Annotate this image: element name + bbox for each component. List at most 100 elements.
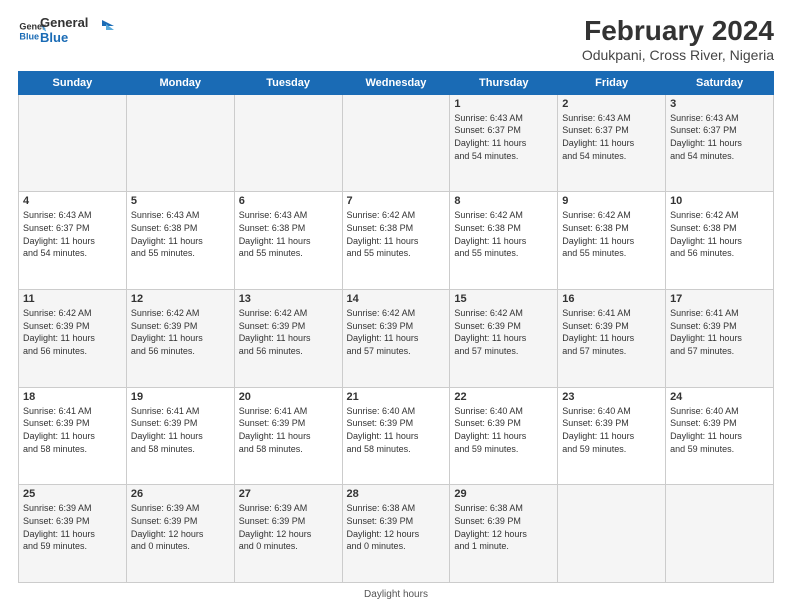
day-info: Sunrise: 6:39 AM Sunset: 6:39 PM Dayligh… <box>23 502 122 552</box>
day-number: 2 <box>562 98 661 110</box>
col-sunday: Sunday <box>19 71 127 94</box>
page: General Blue General Blue February 2024 … <box>0 0 792 612</box>
table-row: 29 Sunrise: 6:38 AM Sunset: 6:39 PM Dayli… <box>450 485 558 583</box>
day-info: Sunrise: 6:43 AM Sunset: 6:37 PM Dayligh… <box>670 112 769 162</box>
table-row: 14 Sunrise: 6:42 AM Sunset: 6:39 PM Dayli… <box>342 290 450 388</box>
table-row: 12 Sunrise: 6:42 AM Sunset: 6:39 PM Dayli… <box>126 290 234 388</box>
table-row: 4Sunrise: 6:43 AM Sunset: 6:37 PM Daylig… <box>19 192 127 290</box>
day-info: Sunrise: 6:43 AM Sunset: 6:37 PM Dayligh… <box>23 209 122 259</box>
table-row: 15Sunrise: 6:42 AM Sunset: 6:39 PM Dayli… <box>450 290 558 388</box>
day-info: Sunrise: 6:43 AM Sunset: 6:37 PM Dayligh… <box>562 112 661 162</box>
day-info: Sunrise: 6:41 AM Sunset: 6:39 PM Dayligh… <box>23 405 122 455</box>
day-number: 11 <box>23 293 122 305</box>
day-info: Sunrise: 6:43 AM Sunset: 6:37 PM Dayligh… <box>454 112 553 162</box>
calendar-title: February 2024 <box>582 16 774 47</box>
table-row: 23 Sunrise: 6:40 AM Sunset: 6:39 PM Dayli… <box>558 387 666 485</box>
table-row: 5 Sunrise: 6:43 AM Sunset: 6:38 PM Daylig… <box>126 192 234 290</box>
day-number: 3 <box>670 98 769 110</box>
day-number: 23 <box>562 391 661 403</box>
day-info: Sunrise: 6:40 AM Sunset: 6:39 PM Dayligh… <box>670 405 769 455</box>
day-number: 28 <box>347 488 446 500</box>
day-info: Sunrise: 6:42 AM Sunset: 6:39 PM Dayligh… <box>23 307 122 357</box>
calendar-week-row: 25 Sunrise: 6:39 AM Sunset: 6:39 PM Dayli… <box>19 485 774 583</box>
calendar-header-row: Sunday Monday Tuesday Wednesday Thursday… <box>19 71 774 94</box>
day-info: Sunrise: 6:42 AM Sunset: 6:39 PM Dayligh… <box>131 307 230 357</box>
table-row: 2 Sunrise: 6:43 AM Sunset: 6:37 PM Daylig… <box>558 94 666 192</box>
day-number: 12 <box>131 293 230 305</box>
table-row: 18 Sunrise: 6:41 AM Sunset: 6:39 PM Dayli… <box>19 387 127 485</box>
calendar-week-row: 4Sunrise: 6:43 AM Sunset: 6:37 PM Daylig… <box>19 192 774 290</box>
title-block: February 2024 Odukpani, Cross River, Nig… <box>582 16 774 63</box>
table-row: 19Sunrise: 6:41 AM Sunset: 6:39 PM Dayli… <box>126 387 234 485</box>
day-number: 20 <box>239 391 338 403</box>
table-row: 11 Sunrise: 6:42 AM Sunset: 6:39 PM Dayli… <box>19 290 127 388</box>
day-number: 26 <box>131 488 230 500</box>
day-info: Sunrise: 6:43 AM Sunset: 6:38 PM Dayligh… <box>131 209 230 259</box>
day-number: 10 <box>670 195 769 207</box>
table-row: 13Sunrise: 6:42 AM Sunset: 6:39 PM Dayli… <box>234 290 342 388</box>
day-number: 24 <box>670 391 769 403</box>
day-info: Sunrise: 6:40 AM Sunset: 6:39 PM Dayligh… <box>562 405 661 455</box>
table-row <box>558 485 666 583</box>
col-tuesday: Tuesday <box>234 71 342 94</box>
day-info: Sunrise: 6:38 AM Sunset: 6:39 PM Dayligh… <box>347 502 446 552</box>
calendar-week-row: 18 Sunrise: 6:41 AM Sunset: 6:39 PM Dayli… <box>19 387 774 485</box>
day-number: 5 <box>131 195 230 207</box>
col-thursday: Thursday <box>450 71 558 94</box>
day-info: Sunrise: 6:38 AM Sunset: 6:39 PM Dayligh… <box>454 502 553 552</box>
day-number: 19 <box>131 391 230 403</box>
day-info: Sunrise: 6:39 AM Sunset: 6:39 PM Dayligh… <box>131 502 230 552</box>
table-row <box>342 94 450 192</box>
table-row <box>126 94 234 192</box>
day-number: 25 <box>23 488 122 500</box>
table-row: 20Sunrise: 6:41 AM Sunset: 6:39 PM Dayli… <box>234 387 342 485</box>
col-monday: Monday <box>126 71 234 94</box>
header: General Blue General Blue February 2024 … <box>18 16 774 63</box>
day-info: Sunrise: 6:42 AM Sunset: 6:38 PM Dayligh… <box>562 209 661 259</box>
table-row: 25 Sunrise: 6:39 AM Sunset: 6:39 PM Dayli… <box>19 485 127 583</box>
table-row: 27 Sunrise: 6:39 AM Sunset: 6:39 PM Dayli… <box>234 485 342 583</box>
calendar-week-row: 11 Sunrise: 6:42 AM Sunset: 6:39 PM Dayli… <box>19 290 774 388</box>
day-number: 6 <box>239 195 338 207</box>
logo-text-blue: Blue <box>40 31 88 46</box>
day-number: 8 <box>454 195 553 207</box>
table-row <box>666 485 774 583</box>
table-row: 24 Sunrise: 6:40 AM Sunset: 6:39 PM Dayli… <box>666 387 774 485</box>
table-row: 17Sunrise: 6:41 AM Sunset: 6:39 PM Dayli… <box>666 290 774 388</box>
table-row: 3 Sunrise: 6:43 AM Sunset: 6:37 PM Daylig… <box>666 94 774 192</box>
day-number: 18 <box>23 391 122 403</box>
table-row: 26 Sunrise: 6:39 AM Sunset: 6:39 PM Dayli… <box>126 485 234 583</box>
table-row: 8 Sunrise: 6:42 AM Sunset: 6:38 PM Daylig… <box>450 192 558 290</box>
day-info: Sunrise: 6:40 AM Sunset: 6:39 PM Dayligh… <box>454 405 553 455</box>
day-number: 29 <box>454 488 553 500</box>
calendar-table: Sunday Monday Tuesday Wednesday Thursday… <box>18 71 774 583</box>
table-row: 9Sunrise: 6:42 AM Sunset: 6:38 PM Daylig… <box>558 192 666 290</box>
day-number: 13 <box>239 293 338 305</box>
day-info: Sunrise: 6:42 AM Sunset: 6:38 PM Dayligh… <box>454 209 553 259</box>
logo: General Blue General Blue <box>18 16 114 46</box>
table-row <box>19 94 127 192</box>
col-friday: Friday <box>558 71 666 94</box>
logo-text-general: General <box>40 16 88 31</box>
table-row: 21 Sunrise: 6:40 AM Sunset: 6:39 PM Dayli… <box>342 387 450 485</box>
logo-bird-icon <box>92 16 114 38</box>
day-info: Sunrise: 6:42 AM Sunset: 6:39 PM Dayligh… <box>454 307 553 357</box>
day-info: Sunrise: 6:39 AM Sunset: 6:39 PM Dayligh… <box>239 502 338 552</box>
day-number: 21 <box>347 391 446 403</box>
day-number: 14 <box>347 293 446 305</box>
day-number: 16 <box>562 293 661 305</box>
day-number: 22 <box>454 391 553 403</box>
day-info: Sunrise: 6:42 AM Sunset: 6:38 PM Dayligh… <box>347 209 446 259</box>
day-info: Sunrise: 6:42 AM Sunset: 6:39 PM Dayligh… <box>347 307 446 357</box>
table-row: 7Sunrise: 6:42 AM Sunset: 6:38 PM Daylig… <box>342 192 450 290</box>
table-row <box>234 94 342 192</box>
day-number: 27 <box>239 488 338 500</box>
table-row: 6Sunrise: 6:43 AM Sunset: 6:38 PM Daylig… <box>234 192 342 290</box>
day-number: 17 <box>670 293 769 305</box>
day-info: Sunrise: 6:40 AM Sunset: 6:39 PM Dayligh… <box>347 405 446 455</box>
day-number: 1 <box>454 98 553 110</box>
table-row: 28 Sunrise: 6:38 AM Sunset: 6:39 PM Dayli… <box>342 485 450 583</box>
calendar-week-row: 1 Sunrise: 6:43 AM Sunset: 6:37 PM Daylig… <box>19 94 774 192</box>
col-wednesday: Wednesday <box>342 71 450 94</box>
table-row: 16Sunrise: 6:41 AM Sunset: 6:39 PM Dayli… <box>558 290 666 388</box>
